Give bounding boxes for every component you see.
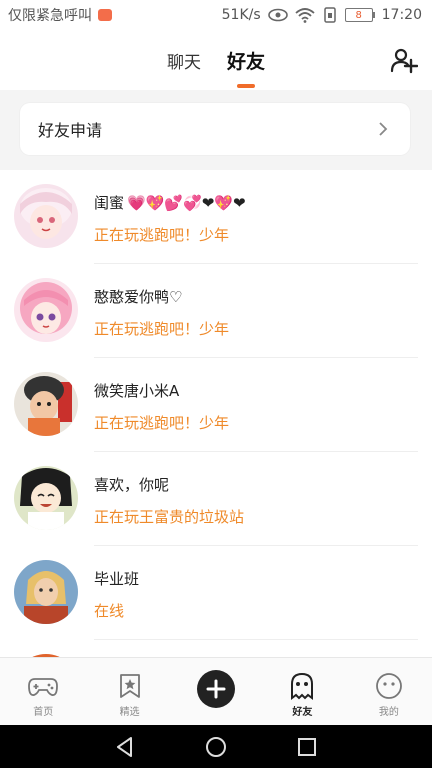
friend-name: 闺蜜 💗💖💕💞❤💖❤ (94, 192, 246, 213)
friend-request-label: 好友申请 (38, 121, 103, 140)
friend-request-row[interactable]: 好友申请 (20, 103, 410, 155)
face-icon (375, 673, 402, 699)
sim-icon (323, 7, 336, 23)
home-icon[interactable] (204, 735, 228, 759)
friend-name: 微笑唐小米A (94, 382, 180, 400)
friend-name: 毕业班 (94, 570, 140, 588)
friend-name-text: 闺蜜 (94, 194, 125, 212)
friend-status: 正在玩王富贵的垃圾站 (94, 508, 245, 526)
friend-list: 闺蜜 💗💖💕💞❤💖❤ 正在玩逃跑吧！少年 憨憨爱你鸭♡ 正在玩逃跑吧！少年 微笑… (0, 170, 432, 657)
back-icon[interactable] (113, 735, 137, 759)
tab-friends[interactable]: 好友 (227, 30, 265, 90)
friend-row[interactable]: 喜欢，你呢 正在玩王富贵的垃圾站 (0, 452, 432, 546)
tab-me[interactable]: 我的 (346, 658, 432, 725)
system-nav-bar (0, 725, 432, 768)
ghost-icon (291, 672, 314, 700)
friend-status: 正在玩逃跑吧！少年 (94, 226, 230, 244)
tab-me-label: 我的 (378, 707, 399, 718)
tab-friends-bottom[interactable]: 好友 (259, 658, 345, 725)
plus-icon[interactable] (197, 670, 236, 708)
tab-featured-label: 精选 (119, 707, 140, 718)
add-user-icon[interactable] (390, 46, 418, 74)
status-right: 51K/s 8 17:20 (222, 7, 422, 23)
clock: 17:20 (381, 7, 422, 23)
tab-create[interactable] (173, 658, 259, 725)
avatar (14, 466, 78, 530)
friend-name: 喜欢，你呢 (94, 476, 170, 494)
avatar (14, 278, 78, 342)
tab-friends-label: 好友 (292, 707, 313, 718)
friend-row[interactable]: 毕业班 在线 (0, 546, 432, 640)
bottom-tab-bar: 首页 精选 好友 我的 (0, 657, 432, 725)
app-notification-icon (98, 9, 112, 21)
avatar (14, 184, 78, 248)
avatar (14, 560, 78, 624)
friend-status: 正在玩逃跑吧！少年 (94, 414, 230, 432)
battery-level: 8 (344, 8, 373, 22)
friend-row[interactable]: 憨憨爱你鸭♡ 正在玩逃跑吧！少年 (0, 264, 432, 358)
hearts-decoration: 💗💖💕💞❤💖❤ (127, 193, 246, 212)
friend-row[interactable]: 微笑唐小米A 正在玩逃跑吧！少年 (0, 358, 432, 452)
friend-status: 在线 (94, 602, 125, 620)
avatar (14, 372, 78, 436)
carrier-text: 仅限紧急呼叫 (8, 8, 92, 24)
friend-status: 正在玩逃跑吧！少年 (94, 320, 230, 338)
tab-chat[interactable]: 聊天 (167, 30, 201, 90)
battery-icon: 8 (344, 8, 375, 22)
recents-icon[interactable] (295, 735, 319, 759)
network-speed: 51K/s (221, 7, 261, 23)
status-bar: 仅限紧急呼叫 51K/s 8 17:20 (0, 0, 432, 30)
wifi-icon (295, 8, 315, 23)
friend-name: 憨憨爱你鸭♡ (94, 288, 183, 306)
top-header: 聊天 好友 (0, 30, 432, 90)
star-bookmark-icon (119, 674, 140, 698)
tab-featured[interactable]: 精选 (86, 658, 172, 725)
friend-row[interactable]: 闺蜜 💗💖💕💞❤💖❤ 正在玩逃跑吧！少年 (0, 170, 432, 264)
tab-home[interactable]: 首页 (0, 658, 86, 725)
tab-home-label: 首页 (33, 707, 54, 718)
eye-icon (267, 8, 288, 22)
gamepad-icon (28, 678, 59, 696)
friend-row[interactable] (0, 640, 432, 657)
chevron-right-icon (379, 122, 388, 136)
status-left: 仅限紧急呼叫 (8, 5, 112, 25)
